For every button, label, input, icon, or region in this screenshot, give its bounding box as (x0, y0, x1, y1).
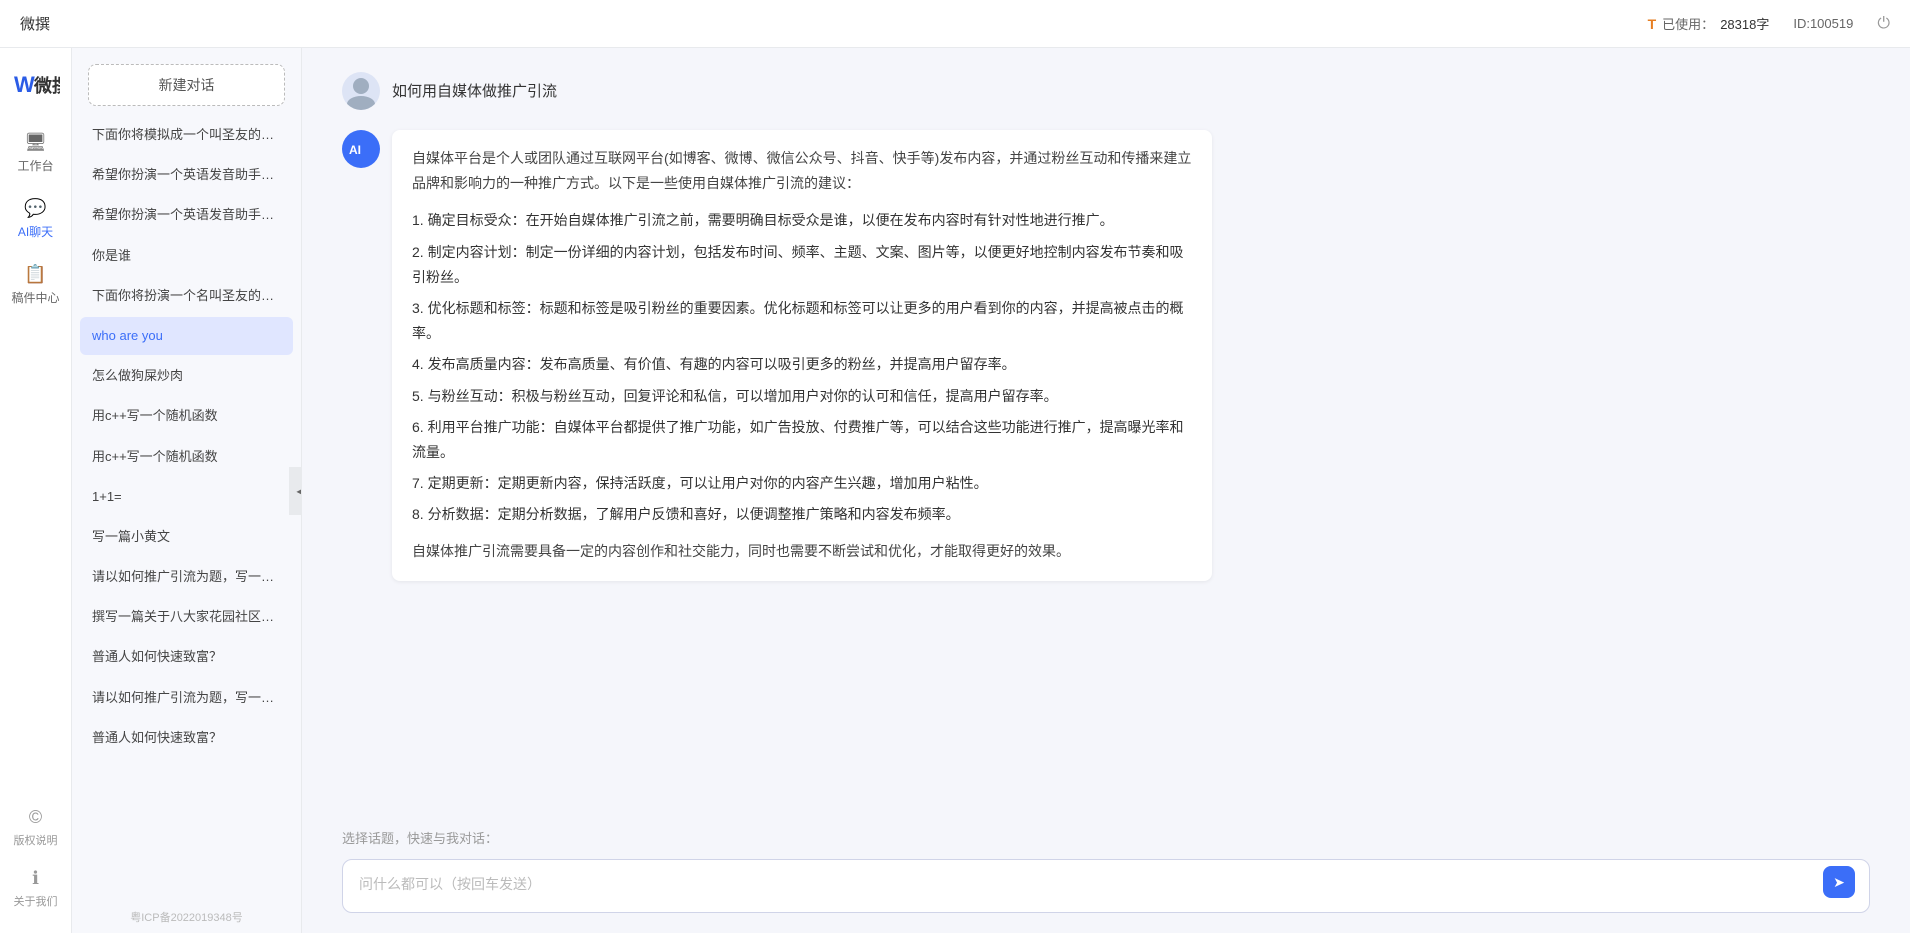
ai-point-6: 7. 定期更新：定期更新内容，保持活跃度，可以让用户对你的内容产生兴趣，增加用户… (412, 471, 1192, 496)
quick-topics: 选择话题，快速与我对话： (302, 818, 1910, 851)
history-list: 下面你将模拟成一个叫圣友的程序员，我说... 希望你扮演一个英语发音助手，我提供… (72, 116, 301, 901)
ai-point-3: 4. 发布高质量内容：发布高质量、有价值、有趣的内容可以吸引更多的粉丝，并提高用… (412, 352, 1192, 377)
send-icon: ➤ (1833, 874, 1845, 891)
history-item-15[interactable]: 普通人如何快速致富？ (80, 719, 293, 757)
message-input[interactable] (359, 874, 1813, 898)
quick-topics-label: 选择话题，快速与我对话： (342, 831, 498, 846)
sidebar-item-workbench[interactable]: 🖥 工作台 (0, 124, 71, 182)
sidebar-item-ai-chat-label: AI聊天 (18, 223, 53, 240)
chat-area: 如何用自媒体做推广引流 AI 自媒体平台是个人或团队通过互联网平台(如博客、微博… (302, 48, 1910, 933)
send-button[interactable]: ➤ (1823, 866, 1855, 898)
about-icon: ℹ (32, 868, 39, 889)
input-area: ➤ (302, 851, 1910, 933)
history-sidebar: 新建对话 下面你将模拟成一个叫圣友的程序员，我说... 希望你扮演一个英语发音助… (72, 48, 302, 933)
token-value: 28318字 (1720, 14, 1769, 33)
sidebar-item-about-label: 关于我们 (14, 893, 58, 909)
collapse-sidebar-button[interactable]: ◀ (289, 467, 302, 515)
user-message-row: 如何用自媒体做推广引流 (342, 72, 1870, 110)
left-nav: W 微撰 🖥 工作台 💬 AI聊天 📋 稿件中心 © 版权说明 ℹ 关于我们 (0, 48, 72, 933)
input-box: ➤ (342, 859, 1870, 913)
history-item-11[interactable]: 请以如何推广引流为题，写一篇大纲 (80, 558, 293, 596)
svg-text:W: W (14, 72, 35, 97)
history-item-12[interactable]: 撰写一篇关于八大家花园社区一刻钟便民生... (80, 598, 293, 636)
sidebar-item-ai-chat[interactable]: 💬 AI聊天 (0, 190, 71, 248)
workbench-icon: 🖥 (24, 132, 47, 153)
user-message-bubble: 如何用自媒体做推广引流 (392, 72, 557, 105)
history-item-5[interactable]: who are you (80, 317, 293, 355)
history-item-3[interactable]: 你是谁 (80, 237, 293, 275)
ai-message-bubble: 自媒体平台是个人或团队通过互联网平台(如博客、微博、微信公众号、抖音、快手等)发… (392, 130, 1212, 581)
sidebar-item-drafts-label: 稿件中心 (11, 289, 59, 306)
ai-avatar: AI (342, 130, 380, 168)
ai-point-5: 6. 利用平台推广功能：自媒体平台都提供了推广功能，如广告投放、付费推广等，可以… (412, 415, 1192, 465)
history-item-7[interactable]: 用c++写一个随机函数 (80, 397, 293, 435)
token-icon: T (1648, 16, 1657, 32)
history-item-9[interactable]: 1+1= (80, 478, 293, 516)
history-item-10[interactable]: 写一篇小黄文 (80, 518, 293, 556)
sidebar-item-drafts[interactable]: 📋 稿件中心 (0, 256, 71, 314)
topbar-right: T 已使用： 28318字 ID:100519 ⏻ (1648, 14, 1890, 33)
token-label: 已使用： (1662, 14, 1714, 33)
svg-text:微撰: 微撰 (33, 75, 60, 96)
ai-chat-icon: 💬 (24, 198, 46, 219)
ai-point-0: 1. 确定目标受众：在开始自媒体推广引流之前，需要明确目标受众是谁，以便在发布内… (412, 208, 1192, 233)
history-item-13[interactable]: 普通人如何快速致富？ (80, 638, 293, 676)
topbar-title: 微撰 (20, 13, 50, 34)
ai-point-1: 2. 制定内容计划：制定一份详细的内容计划，包括发布时间、频率、主题、文案、图片… (412, 240, 1192, 290)
history-item-2[interactable]: 希望你扮演一个英语发音助手，我提供给你... (80, 196, 293, 234)
history-item-1[interactable]: 希望你扮演一个英语发音助手，我提供给你... (80, 156, 293, 194)
history-item-6[interactable]: 怎么做狗屎炒肉 (80, 357, 293, 395)
ai-point-2: 3. 优化标题和标签：标题和标签是吸引粉丝的重要因素。优化标题和标签可以让更多的… (412, 296, 1192, 346)
ai-message-row: AI 自媒体平台是个人或团队通过互联网平台(如博客、微博、微信公众号、抖音、快手… (342, 130, 1870, 581)
svg-text:AI: AI (349, 143, 361, 157)
sidebar-item-copyright-label: 版权说明 (14, 832, 58, 848)
sidebar-item-workbench-label: 工作台 (17, 157, 53, 174)
history-item-4[interactable]: 下面你将扮演一个名叫圣友的医生 (80, 277, 293, 315)
ai-point-7: 8. 分析数据：定期分析数据，了解用户反馈和喜好，以便调整推广策略和内容发布频率… (412, 502, 1192, 527)
token-info: T 已使用： 28318字 (1648, 14, 1770, 33)
topbar: 微撰 T 已使用： 28318字 ID:100519 ⏻ (0, 0, 1910, 48)
user-avatar (342, 72, 380, 110)
copyright-icon: © (29, 807, 42, 828)
ai-intro-text: 自媒体平台是个人或团队通过互联网平台(如博客、微博、微信公众号、抖音、快手等)发… (412, 146, 1192, 196)
ai-point-4: 5. 与粉丝互动：积极与粉丝互动，回复评论和私信，可以增加用户对你的认可和信任，… (412, 384, 1192, 409)
chat-messages: 如何用自媒体做推广引流 AI 自媒体平台是个人或团队通过互联网平台(如博客、微博… (302, 48, 1910, 818)
drafts-icon: 📋 (24, 264, 46, 285)
power-icon[interactable]: ⏻ (1877, 15, 1890, 33)
new-chat-button[interactable]: 新建对话 (88, 64, 285, 106)
history-item-0[interactable]: 下面你将模拟成一个叫圣友的程序员，我说... (80, 116, 293, 154)
history-item-8[interactable]: 用c++写一个随机函数 (80, 438, 293, 476)
sidebar-item-about[interactable]: ℹ 关于我们 (14, 860, 58, 917)
icp-text: 粤ICP备2022019348号 (72, 901, 301, 933)
nav-bottom: © 版权说明 ℹ 关于我们 (14, 799, 58, 917)
user-id: ID:100519 (1793, 16, 1853, 31)
sidebar-item-copyright[interactable]: © 版权说明 (14, 799, 58, 856)
history-item-14[interactable]: 请以如何推广引流为题，写一篇大纲 (80, 679, 293, 717)
ai-conclusion-text: 自媒体推广引流需要具备一定的内容创作和社交能力，同时也需要不断尝试和优化，才能取… (412, 539, 1192, 564)
logo: W 微撰 (12, 64, 60, 100)
